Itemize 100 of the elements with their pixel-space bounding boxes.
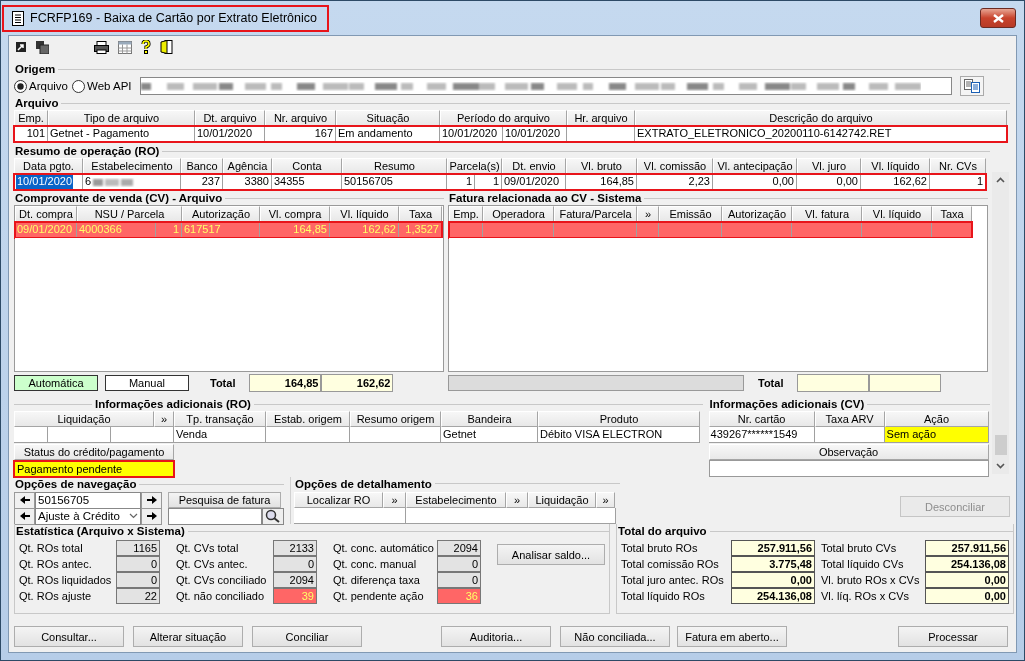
column-header: Observação <box>708 444 989 460</box>
action-button[interactable]: Processar <box>898 626 1008 647</box>
column-header[interactable]: » <box>596 492 615 508</box>
stat-label: Qt. CVs antec. <box>176 558 249 570</box>
column-header: Nr. arquivo <box>265 110 336 126</box>
action-button[interactable]: Auditoria... <box>441 626 551 647</box>
column-header[interactable]: » <box>506 492 528 508</box>
stat-value: 22 <box>116 588 160 604</box>
stat-label: Qt. ROs total <box>19 542 84 554</box>
table-cell: 237 <box>201 174 220 189</box>
input-field[interactable] <box>406 508 616 524</box>
left-arrow-icon <box>18 511 31 521</box>
right-arrow-icon <box>145 511 158 521</box>
total-label: Total líquido ROs <box>621 590 706 602</box>
action-button[interactable]: Conciliar <box>252 626 362 647</box>
column-header: Vl. antecipação <box>713 158 797 174</box>
observation-field[interactable] <box>708 460 989 477</box>
radio-button[interactable]: Arquivo <box>14 79 68 93</box>
legend-label: Manual <box>105 375 189 391</box>
table-cell: 2,23 <box>688 174 710 189</box>
next-button[interactable] <box>141 491 162 509</box>
analyze-balance-button[interactable]: Analisar saldo... <box>497 544 605 565</box>
total-value: 3.775,48 <box>731 556 815 572</box>
total-value: 254.136,08 <box>731 588 815 604</box>
column-header: Vl. líquido <box>330 206 399 222</box>
scroll-up-icon[interactable] <box>996 177 1005 183</box>
input-field[interactable] <box>294 508 406 524</box>
table-cell: 10/01/2020 <box>195 126 265 142</box>
group-title: Informações adicionais (RO) <box>94 398 252 410</box>
list-button[interactable] <box>959 76 984 96</box>
total-label: Total líquido CVs <box>821 558 905 570</box>
table-cell: 10/01/2020 <box>503 126 567 142</box>
column-header[interactable]: Estabelecimento <box>406 492 506 508</box>
group-title: Resumo de operação (RO) <box>14 145 161 157</box>
stat-label: Qt. ROs liquidados <box>19 574 113 586</box>
action-button[interactable]: Fatura em aberto... <box>677 626 787 647</box>
column-header[interactable]: Localizar RO <box>294 492 383 508</box>
action-button[interactable]: Alterar situação <box>133 626 243 647</box>
radio-icon[interactable] <box>14 79 27 93</box>
table-row[interactable]: 101 Getnet - Pagamento 10/01/2020 167 Em andamento 10/01/2020 10/01/2020 EXTRATO_ELETRONICO_20200110-6142742.RET <box>14 126 1007 142</box>
group-title: Comprovante de venda (CV) - Arquivo <box>14 192 224 204</box>
stat-value: 0 <box>437 572 481 588</box>
column-header: Parcela(s) <box>447 158 502 174</box>
action-button[interactable]: Não conciliada... <box>560 626 670 647</box>
document-icon <box>12 10 24 26</box>
table-cell: 0,00 <box>836 174 858 189</box>
calendar-icon[interactable] <box>118 40 132 54</box>
column-header: Tipo de arquivo <box>48 110 195 126</box>
group-title: Fatura relacionada ao CV - Sistema <box>448 192 643 204</box>
window-title: FCRFP169 - Baixa de Cartão por Extrato Eletrônico <box>30 11 317 25</box>
column-header: Dt. envio <box>502 158 566 174</box>
list-icon <box>963 79 980 93</box>
table-cell: 6 <box>85 174 92 189</box>
close-button[interactable] <box>980 8 1016 28</box>
table-cell: 1 <box>976 174 983 189</box>
table-row[interactable]: 10/01/2020 6 237 3380 34355 50156705 1 1 09/01/2020 164,85 2,23 0,00 0,00 162,62 1 <box>14 174 986 190</box>
search-invoice-button[interactable]: Pesquisa de fatura <box>168 492 281 508</box>
arrow-icon[interactable] <box>15 41 27 53</box>
column-header[interactable]: Liquidação <box>528 492 596 508</box>
stat-label: Qt. não conciliado <box>176 590 266 602</box>
column-header[interactable]: » <box>383 492 406 508</box>
scroll-down-icon[interactable] <box>996 463 1005 469</box>
radio-button[interactable]: Web API <box>72 79 132 93</box>
stat-value: 1165 <box>116 540 160 556</box>
column-header: Situação <box>336 110 440 126</box>
previous-button[interactable] <box>14 491 35 509</box>
table-cell: 10/01/2020 <box>440 126 503 142</box>
stat-label: Qt. CVs total <box>176 542 240 554</box>
column-header: Conta <box>272 158 342 174</box>
action-button[interactable]: Consultar... <box>14 626 124 647</box>
table-cell: 0,00 <box>772 174 794 189</box>
group-title: Opções de navegação <box>14 478 138 490</box>
column-header: Nr. cartão <box>708 411 815 427</box>
stat-label: Qt. ROs ajuste <box>19 590 93 602</box>
column-header: Ação <box>884 411 989 427</box>
help-icon[interactable] <box>141 40 151 54</box>
radio-icon[interactable] <box>72 79 85 93</box>
stat-label: Qt. conc. automático <box>333 542 435 554</box>
column-header: Status do crédito/pagamento <box>14 444 174 460</box>
total-value: 162,62 <box>321 374 394 392</box>
printer-icon[interactable] <box>94 40 109 54</box>
column-header: Agência <box>223 158 272 174</box>
table-cell: 1 <box>492 174 499 189</box>
resumo-field[interactable]: 50156705 <box>35 491 141 509</box>
total-label: Vl. bruto ROs x CVs <box>821 574 921 586</box>
column-header: Operadora <box>483 206 554 222</box>
table-cell <box>14 427 48 443</box>
column-header: Vl. juro <box>797 158 861 174</box>
windows-icon[interactable] <box>36 40 49 54</box>
column-header: Vl. comissão <box>637 158 713 174</box>
scrollbar[interactable] <box>992 172 1009 474</box>
exit-icon[interactable] <box>160 40 173 54</box>
column-header: Estabelecimento <box>83 158 181 174</box>
column-header: Emissão <box>659 206 722 222</box>
table-cell: Sem ação <box>884 427 989 443</box>
scroll-thumb[interactable] <box>994 435 1007 455</box>
group-title: Estatística (Arquivo x Sistema) <box>15 525 186 537</box>
column-header: Autorização <box>182 206 260 222</box>
table-cell: Débito VISA ELECTRON <box>538 427 700 443</box>
table-cell: Em andamento <box>336 126 440 142</box>
